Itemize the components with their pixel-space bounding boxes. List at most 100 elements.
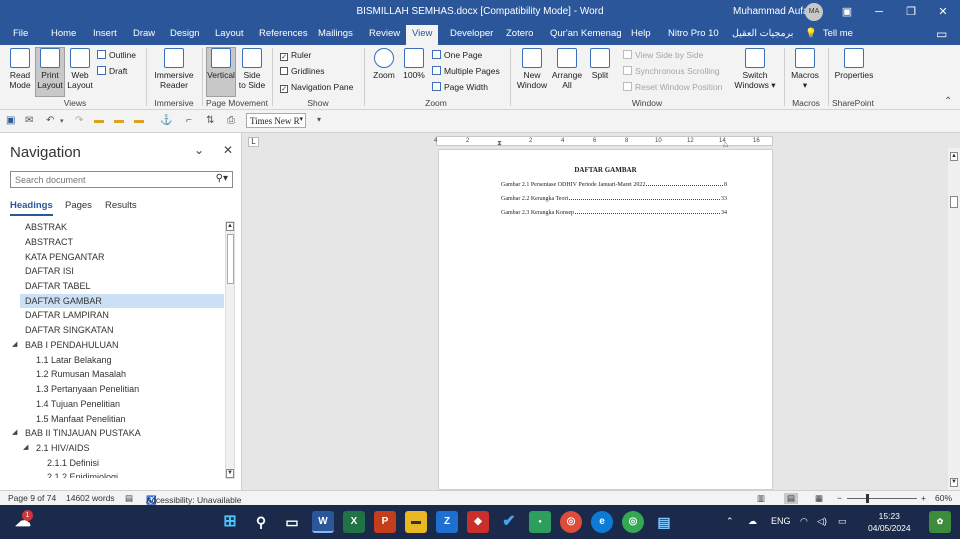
macros-button[interactable]: Macros ▾ [788,48,822,96]
heading-item[interactable]: 2.1.1 Definisi [0,456,224,470]
zoom-100-button[interactable]: 100% [401,48,427,96]
close-icon[interactable]: ✕ [223,143,233,157]
read-mode-view-icon[interactable]: ▥ [757,493,765,504]
tab-design[interactable]: Design [170,28,200,39]
gridlines-checkbox[interactable]: Gridlines [280,66,325,76]
new-window-button[interactable]: New Window [515,48,549,96]
scroll-down-icon[interactable]: ▼ [950,478,958,487]
notepad-icon[interactable]: ▤ [653,511,675,533]
customize-toolbar-icon[interactable]: ▾ [317,115,321,124]
heading-item[interactable]: ◢ 2.1 HIV/AIDS [0,441,224,455]
wifi-icon[interactable]: ◠ [800,516,808,527]
page-width-button[interactable]: Page Width [432,82,488,92]
tab-insert[interactable]: Insert [93,28,117,39]
heading-item[interactable]: DAFTAR SINGKATAN [0,323,224,337]
zoom-out-icon[interactable]: − [837,493,842,503]
indent-marker-icon[interactable]: ⧗ [497,140,502,148]
draft-button[interactable]: Draft [97,66,127,76]
format-painter-icon[interactable]: ⌐ [186,115,192,126]
zoom-slider[interactable] [847,494,917,503]
scroll-thumb[interactable] [227,234,234,284]
collapse-ribbon-icon[interactable]: ⌃ [944,96,952,107]
search-icon[interactable]: ⚲▾ [216,173,228,184]
open-folder-icon[interactable]: ▬ [94,115,104,126]
scroll-up-icon[interactable]: ▲ [226,222,234,231]
tab-references[interactable]: References [259,28,308,39]
tab-mailings[interactable]: Mailings [318,28,353,39]
zoom-level[interactable]: 60% [935,493,952,503]
outline-button[interactable]: Outline [97,50,136,60]
avatar[interactable]: MA [805,3,823,21]
toc-entry[interactable]: Gambar 2.3 Kerangka Konsep 34 [501,210,727,216]
tab-review[interactable]: Review [369,28,400,39]
print-icon[interactable]: ⎙ [227,115,235,126]
comments-icon[interactable]: ▭ [936,27,947,41]
tab-pages[interactable]: Pages [65,200,92,211]
chrome-icon[interactable]: ◎ [560,511,582,533]
toc-entry[interactable]: Gambar 2.1 Persentase ODHIV Periode Janu… [501,182,727,188]
heading-item-selected[interactable]: DAFTAR GAMBAR [20,294,224,308]
task-view-icon[interactable]: ▭ [281,511,303,533]
synchronous-scrolling-button[interactable]: Synchronous Scrolling [623,66,720,76]
zoom-app-icon[interactable]: Z [436,511,458,533]
chevron-down-icon[interactable]: ⌄ [194,143,204,157]
excel-app-icon[interactable]: X [343,511,365,533]
nitro-app-icon[interactable]: ◆ [467,511,489,533]
restore-icon[interactable]: ❐ [899,3,923,21]
scroll-up-icon[interactable]: ▲ [950,152,958,161]
sort-icon[interactable]: ⇅ [206,115,214,126]
app-icon[interactable]: ● [529,511,551,533]
chrome-profile-icon[interactable]: ◎ [622,511,644,533]
tab-home[interactable]: Home [51,28,76,39]
navigation-pane-checkbox[interactable]: ✓ Navigation Pane [280,82,353,93]
properties-button[interactable]: Properties [832,48,876,96]
close-icon[interactable]: ✕ [931,3,955,21]
tell-me-search[interactable]: 💡 Tell me [805,28,853,39]
heading-item[interactable]: 1.2 Rumusan Masalah [0,367,224,381]
minimize-icon[interactable]: ─ [867,3,891,21]
horizontal-ruler[interactable]: 4 2 2 4 6 8 10 12 14 16 ⧗ △ [434,136,773,148]
heading-item[interactable]: DAFTAR ISI [0,264,224,278]
windows-start-icon[interactable]: ⊞ [219,511,241,533]
font-name-box[interactable]: Times New R ▾ [246,113,306,128]
undo-dropdown-icon[interactable]: ▾ [60,117,64,125]
view-side-by-side-button[interactable]: View Side by Side [623,50,703,60]
document-scrollbar[interactable]: ▲ ▼ [948,148,960,490]
collapse-triangle-icon[interactable]: ◢ [23,441,28,455]
tab-file[interactable]: File [13,28,28,39]
scroll-down-icon[interactable]: ▼ [226,469,234,478]
heading-item[interactable]: ◢ BAB II TINJAUAN PUSTAKA [0,426,224,440]
search-icon[interactable]: ⚲ [250,511,272,533]
heading-item[interactable]: 1.3 Pertanyaan Penelitian [0,382,224,396]
page-count[interactable]: Page 9 of 74 [8,493,56,503]
one-page-button[interactable]: One Page [432,50,482,60]
heading-item[interactable]: DAFTAR TABEL [0,279,224,293]
vertical-button[interactable]: Vertical [206,47,236,97]
print-layout-button[interactable]: Print Layout [35,47,65,97]
email-icon[interactable]: ✉ [25,115,33,126]
heading-list-scrollbar[interactable]: ▲ ▼ [225,221,235,479]
tab-results[interactable]: Results [105,200,137,211]
word-app-icon[interactable]: W [312,511,334,533]
zoom-in-icon[interactable]: + [921,493,926,503]
powerpoint-app-icon[interactable]: P [374,511,396,533]
redo-icon[interactable]: ↷ [75,115,83,126]
onedrive-icon[interactable]: ☁ [748,516,757,527]
chevron-up-icon[interactable]: ⌃ [726,516,734,527]
tab-headings[interactable]: Headings [10,200,53,216]
heading-item[interactable]: 1.1 Latar Belakang [0,353,224,367]
tab-help[interactable]: Help [631,28,651,39]
notification-center-icon[interactable]: ✿ [929,511,951,533]
heading-item[interactable]: 1.4 Tujuan Penelitian [0,397,224,411]
heading-item[interactable]: 2.1.2 Epidimiologi [0,470,224,478]
tab-view[interactable]: View [406,25,439,45]
tab-nitro-pro[interactable]: Nitro Pro 10 [668,28,719,39]
arrange-all-button[interactable]: Arrange All [550,48,584,96]
input-language[interactable]: ENG [771,516,791,526]
side-to-side-button[interactable]: Side to Side [238,48,266,96]
folder-icon[interactable]: ▬ [114,115,124,126]
tab-developer[interactable]: Developer [450,28,493,39]
tab-quran-kemenag[interactable]: Qur'an Kemenag [550,28,622,39]
user-name[interactable]: Muhammad Aufa [733,6,809,17]
heading-item[interactable]: ABSTRACT [0,235,224,249]
